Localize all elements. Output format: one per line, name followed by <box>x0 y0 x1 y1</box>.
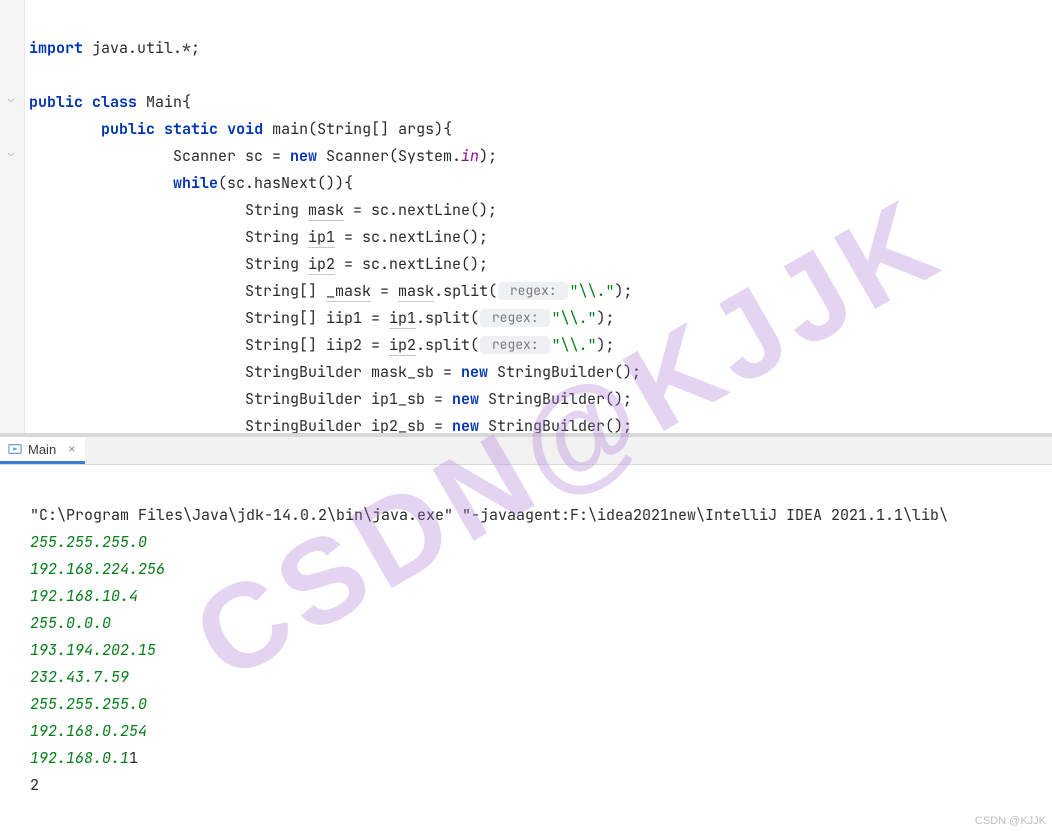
code-token: new <box>461 362 488 382</box>
code-token: StringBuilder ip1_sb = <box>29 389 452 409</box>
console-line: 192.168.0.254 <box>30 721 147 741</box>
console-line: 2 <box>30 775 39 795</box>
code-token: import <box>29 38 83 58</box>
code-token: "\\." <box>551 308 596 328</box>
code-token: ip2 <box>308 254 335 275</box>
console-line: 255.255.255.0 <box>30 694 147 714</box>
code-token: StringBuilder ip2_sb = <box>29 416 452 433</box>
code-token: .split( <box>434 281 497 301</box>
code-token: StringBuilder(); <box>488 362 641 382</box>
code-token: ip1 <box>308 227 335 248</box>
code-token: public <box>101 119 155 139</box>
code-token: ); <box>596 335 614 355</box>
code-token: "\\." <box>551 335 596 355</box>
code-token: String <box>29 227 308 247</box>
code-token: _mask <box>326 281 371 302</box>
code-token: = <box>371 281 398 301</box>
code-token: .split( <box>416 308 479 328</box>
run-console-output[interactable]: "C:\Program Files\Java\jdk-14.0.2\bin\ja… <box>0 465 1052 831</box>
code-token: new <box>452 389 479 409</box>
console-line: 232.43.7.59 <box>30 667 129 687</box>
code-token: ); <box>596 308 614 328</box>
console-line: 255.255.255.0 <box>30 532 147 552</box>
override-marker-icon: ⌄ <box>4 146 18 160</box>
code-token: ); <box>615 281 633 301</box>
console-line: 193.194.202.15 <box>30 640 156 660</box>
console-line: 192.168.10.4 <box>30 586 138 606</box>
code-token: StringBuilder(); <box>479 389 632 409</box>
code-token: while <box>173 173 218 193</box>
close-icon[interactable]: × <box>68 442 75 456</box>
code-token: String[] iip2 = <box>29 335 389 355</box>
code-token: StringBuilder mask_sb = <box>29 362 461 382</box>
code-token: java.util.*; <box>83 38 200 58</box>
code-token: StringBuilder(); <box>479 416 632 433</box>
code-token: ); <box>479 146 497 166</box>
console-line: 192.168.0.11 <box>30 748 138 768</box>
code-token: Main{ <box>137 92 191 112</box>
code-token: String[] iip1 = <box>29 308 389 328</box>
tab-label: Main <box>28 442 56 457</box>
attribution-text: CSDN @KJJK <box>975 815 1046 827</box>
code-token: Scanner sc = <box>29 146 290 166</box>
code-area[interactable]: import java.util.*; public class Main{ p… <box>25 0 1052 433</box>
editor-gutter: ⌄ ⌄ <box>0 0 25 433</box>
code-token: .split( <box>416 335 479 355</box>
console-line: 192.168.224.256 <box>30 559 165 579</box>
code-token: main(String[] args){ <box>263 119 452 139</box>
code-token: mask <box>308 200 344 221</box>
code-token: mask <box>398 281 434 302</box>
code-token: new <box>290 146 317 166</box>
param-hint: regex: <box>498 282 568 300</box>
run-console-tabbar: Main × <box>0 437 1052 465</box>
console-line: 255.0.0.0 <box>30 613 111 633</box>
code-token: "\\." <box>569 281 614 301</box>
code-token: String <box>29 200 308 220</box>
override-marker-icon: ⌄ <box>4 92 18 106</box>
console-command-line: "C:\Program Files\Java\jdk-14.0.2\bin\ja… <box>30 505 948 525</box>
param-hint: regex: <box>480 336 550 354</box>
code-editor-pane[interactable]: ⌄ ⌄ import java.util.*; public class Mai… <box>0 0 1052 433</box>
code-token: void <box>227 119 263 139</box>
code-token: String <box>29 254 308 274</box>
code-token: = sc.nextLine(); <box>344 200 497 220</box>
code-token: Scanner(System. <box>317 146 461 166</box>
param-hint: regex: <box>480 309 550 327</box>
code-token <box>29 173 173 193</box>
run-config-icon <box>8 442 22 456</box>
code-token: ip1 <box>389 308 416 329</box>
code-token: ip2 <box>389 335 416 356</box>
code-token: (sc.hasNext()){ <box>218 173 353 193</box>
code-token: static <box>164 119 218 139</box>
code-token: new <box>452 416 479 433</box>
code-token: class <box>92 92 137 112</box>
code-token <box>29 119 101 139</box>
code-token: = sc.nextLine(); <box>335 254 488 274</box>
code-token: = sc.nextLine(); <box>335 227 488 247</box>
code-token: String[] <box>29 281 326 301</box>
tab-main-run[interactable]: Main × <box>0 437 85 464</box>
code-token: in <box>461 146 479 166</box>
code-token: public <box>29 92 83 112</box>
